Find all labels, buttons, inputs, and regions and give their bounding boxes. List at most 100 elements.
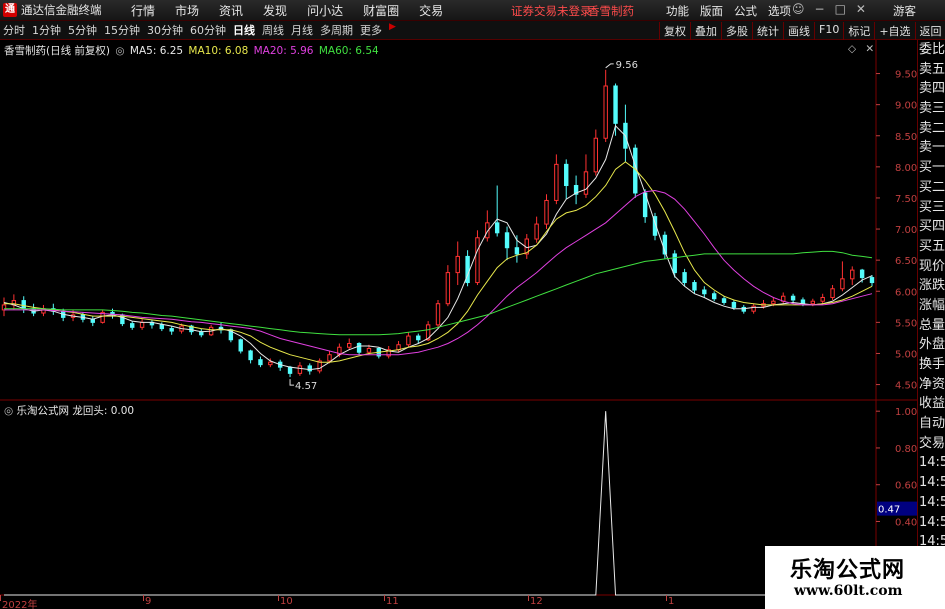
minimize-icon[interactable]: −: [815, 2, 825, 16]
watermark-title: 乐淘公式网: [790, 558, 906, 583]
period-1min[interactable]: 1分钟: [32, 22, 61, 38]
chat-icon[interactable]: ☺: [792, 2, 805, 16]
indicator-settings-icon[interactable]: ◎: [4, 405, 13, 417]
candle-body: [731, 301, 737, 308]
panel-controls: ◇ ✕: [848, 43, 874, 55]
ma-line-ma20: [4, 189, 873, 356]
menu-banmian[interactable]: 版面: [700, 3, 723, 19]
indicator-tick-label: 0.60: [895, 481, 917, 492]
candle-body: [534, 223, 539, 240]
period-15min[interactable]: 15分钟: [104, 22, 140, 38]
price-tick-label: 8.50: [895, 132, 917, 143]
menu-gongneng[interactable]: 功能: [666, 3, 689, 19]
ma10-label: MA10: 6.08: [188, 45, 249, 57]
menu-caifuquan[interactable]: 财富圈: [363, 2, 399, 19]
period-weekly[interactable]: 周线: [262, 22, 284, 38]
current-stock-name: 香雪制药: [588, 4, 634, 18]
moving-average-lines: [3, 124, 873, 371]
candle-body: [494, 222, 500, 234]
menu-gongshi[interactable]: 公式: [734, 3, 757, 19]
period-more[interactable]: 更多: [360, 22, 382, 38]
candle-body: [830, 288, 835, 298]
menu-shichang[interactable]: 市场: [175, 2, 199, 19]
candle-body: [169, 328, 174, 332]
candle-body: [406, 335, 411, 346]
date-axis: 2022年 9 10 11 12 1: [0, 595, 876, 609]
maximize-icon[interactable]: □: [835, 2, 846, 16]
quote-row: 买四: [919, 219, 945, 235]
quote-row: 14:56: [919, 475, 945, 491]
period-fenshi[interactable]: 分时: [3, 22, 25, 38]
quote-row: 总量: [919, 317, 945, 333]
menu-zixun[interactable]: 资讯: [219, 2, 243, 19]
period-60min[interactable]: 60分钟: [190, 22, 226, 38]
quote-row: 卖五: [919, 61, 945, 77]
candle-body: [544, 199, 549, 225]
date-tick: [278, 595, 279, 601]
tool-duogu[interactable]: 多股: [721, 22, 752, 40]
period-tabs: 分时 1分钟 5分钟 15分钟 30分钟 60分钟 日线 周线 月线 多周期 更…: [3, 22, 400, 38]
trade-login-notice[interactable]: 证券交易未登录: [511, 3, 592, 19]
close-icon[interactable]: ✕: [856, 2, 866, 16]
candle-body: [702, 289, 707, 295]
diamond-icon[interactable]: ◇: [848, 43, 856, 55]
date-tick: [384, 595, 385, 601]
watermark-url: www.60lt.com: [794, 583, 903, 599]
candle-body: [248, 350, 253, 361]
candle-body: [771, 300, 776, 305]
main-menu: 行情 市场 资讯 发现 问小达 财富圈 交易: [131, 2, 443, 19]
period-monthly[interactable]: 月线: [291, 22, 313, 38]
period-5min[interactable]: 5分钟: [68, 22, 97, 38]
price-tick-label: 9.00: [895, 101, 917, 112]
candle-body: [130, 323, 135, 328]
panel-close-icon[interactable]: ✕: [865, 43, 874, 55]
tool-zixuan[interactable]: +自选: [874, 22, 914, 40]
period-multi[interactable]: 多周期: [320, 22, 353, 38]
quote-row: 卖一: [919, 140, 945, 156]
menu-hangqing[interactable]: 行情: [131, 2, 155, 19]
kline-chart[interactable]: 9.56 4.57 9.50 9.00 8.50 8.00 7.50 7.00 6.50 6.0…: [0, 40, 917, 609]
ma5-label: MA5: 6.25: [129, 45, 184, 57]
tool-tongji[interactable]: 统计: [752, 22, 783, 40]
tool-diejia[interactable]: 叠加: [690, 22, 721, 40]
menu-xuanxiang[interactable]: 选项: [768, 3, 791, 19]
candle-body: [583, 171, 589, 195]
app-logo-icon: 通: [3, 3, 17, 17]
ma20-label: MA20: 5.96: [253, 45, 314, 57]
candle-body: [455, 255, 460, 274]
price-axis: 9.50 9.00 8.50 8.00 7.50 7.00 6.50 6.00 5.50 5.00…: [876, 70, 917, 392]
tool-huaxian[interactable]: 画线: [783, 22, 814, 40]
candle-body: [514, 247, 520, 255]
menu-jiaoyi[interactable]: 交易: [419, 2, 443, 19]
quote-row: 买三: [919, 199, 945, 215]
candle-body: [682, 272, 687, 284]
menu-wenxiaoda[interactable]: 问小达: [307, 2, 343, 19]
tool-fanhui[interactable]: 返回: [914, 22, 945, 40]
app-name: 通达信金融终端: [21, 3, 102, 17]
candle-body: [327, 354, 332, 362]
date-tick-label: 12: [530, 596, 543, 607]
chart-grid: [0, 40, 917, 609]
date-tick: [143, 595, 144, 601]
quote-row: 14:56: [919, 455, 945, 471]
candle-body: [850, 269, 855, 280]
settings-icon[interactable]: ◎: [115, 45, 124, 57]
sub-panel-header: ◎ 乐淘公式网 龙回头: 0.00: [4, 403, 134, 418]
price-tick-label: 5.50: [895, 318, 917, 329]
candlesticks: 9.56 4.57: [1, 60, 875, 392]
date-tick-label: 2022年: [2, 600, 38, 609]
price-tick-label: 5.00: [895, 349, 917, 360]
period-daily[interactable]: 日线: [233, 22, 255, 38]
candle-body: [366, 347, 372, 353]
tool-f10[interactable]: F10: [814, 22, 843, 40]
tool-biaoji[interactable]: 标记: [843, 22, 874, 40]
guest-user[interactable]: 游客: [893, 3, 916, 19]
period-30min[interactable]: 30分钟: [147, 22, 183, 38]
more-arrow-icon[interactable]: ▶: [389, 22, 396, 38]
quote-row: 卖三: [919, 101, 945, 117]
tool-fuquan[interactable]: 复权: [659, 22, 690, 40]
date-tick-label: 10: [280, 596, 293, 607]
menu-faxian[interactable]: 发现: [263, 2, 287, 19]
candle-body: [445, 272, 451, 305]
quote-row: 涨幅: [919, 297, 945, 313]
